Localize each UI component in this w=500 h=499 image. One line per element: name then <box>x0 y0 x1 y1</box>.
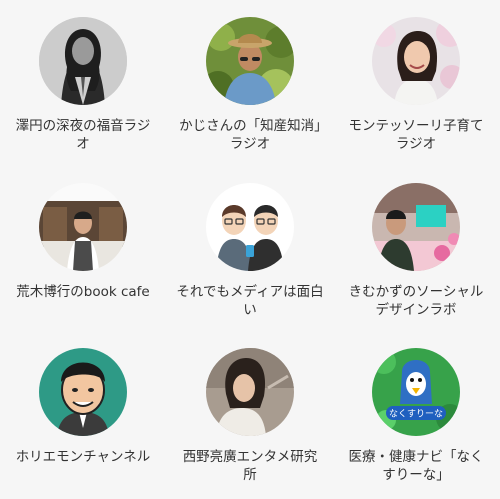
podcast-card[interactable]: なくすりーな 医療・健康ナビ「なくすりーな」 <box>336 348 496 484</box>
man-caricature-icon[interactable] <box>39 348 127 436</box>
podcast-title: きむかずのソーシャルデザインラボ <box>348 284 484 318</box>
podcast-card[interactable]: 西野亮廣エンタメ研究所 <box>170 348 330 484</box>
podcast-title: 澤円の深夜の福音ラジオ <box>15 118 151 152</box>
podcast-card[interactable]: 澤円の深夜の福音ラジオ <box>3 17 163 153</box>
podcast-title: 西野亮廣エンタメ研究所 <box>182 449 318 483</box>
two-men-illustration-icon[interactable] <box>206 183 294 271</box>
podcast-title: かじさんの「知産知消」ラジオ <box>179 118 321 152</box>
podcast-card[interactable]: かじさんの「知産知消」ラジオ <box>170 17 330 153</box>
podcast-title: ホリエモンチャンネル <box>15 449 151 465</box>
podcast-card[interactable]: モンテッソーリ子育てラジオ <box>336 17 496 153</box>
mascot-text: なくすりーな <box>389 409 443 420</box>
podcast-title: 荒木博行のbook cafe <box>16 284 150 300</box>
man-straw-hat-photo-icon[interactable] <box>206 17 294 105</box>
podcast-card[interactable]: 荒木博行のbook cafe <box>3 183 163 301</box>
man-long-hair-photo-icon[interactable] <box>39 17 127 105</box>
podcast-title: 医療・健康ナビ「なくすりーな」 <box>348 449 484 483</box>
man-portrait-photo-icon[interactable] <box>206 348 294 436</box>
podcast-title: それでもメディアは面白い <box>176 284 324 318</box>
podcast-card[interactable]: それでもメディアは面白い <box>170 183 330 319</box>
podcast-title: モンテッソーリ子育てラジオ <box>348 118 484 152</box>
man-in-studio-photo-icon[interactable] <box>372 183 460 271</box>
woman-smiling-photo-icon[interactable] <box>372 17 460 105</box>
podcast-card[interactable]: ホリエモンチャンネル <box>3 348 163 466</box>
man-apron-cafe-photo-icon[interactable] <box>39 183 127 271</box>
podcast-card[interactable]: きむかずのソーシャルデザインラボ <box>336 183 496 319</box>
podcast-grid: 澤円の深夜の福音ラジオ かじさんの「知産知消」ラジオ モンテッソーリ子育てラジオ… <box>0 0 500 499</box>
penguin-mascot-icon[interactable]: なくすりーな <box>372 348 460 436</box>
